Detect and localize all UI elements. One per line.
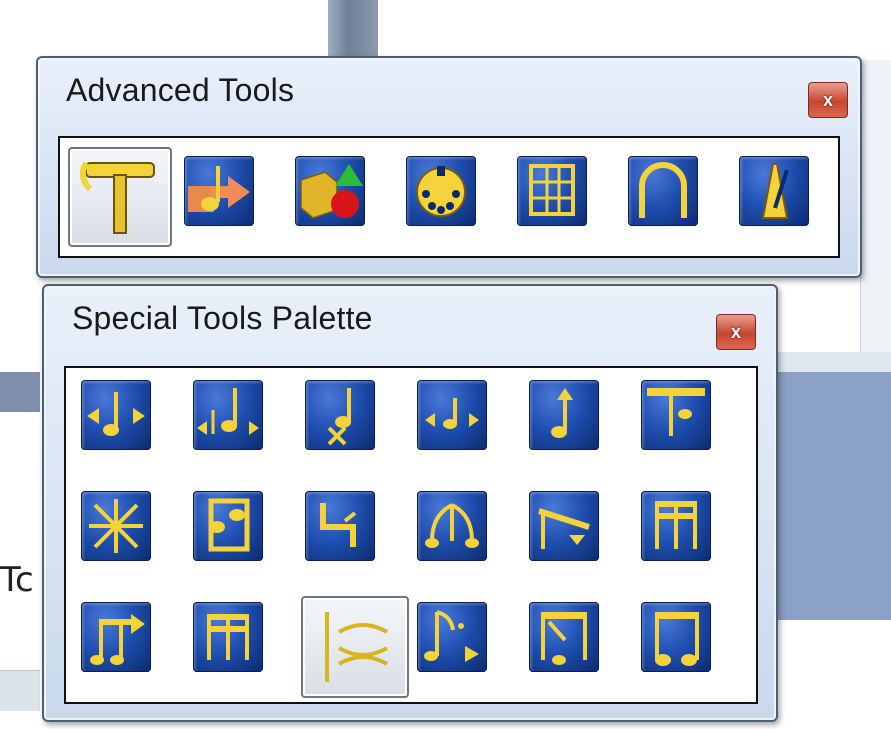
dot-mover-icon (327, 388, 351, 446)
midi-plug-icon (416, 166, 466, 217)
special-tools-title: Special Tools Palette (72, 300, 373, 336)
tool-accidental-mover[interactable] (193, 380, 263, 450)
accidental-mover-icon (197, 388, 259, 435)
tool-secondary-beam-break[interactable] (193, 602, 263, 672)
tool-hammer[interactable] (68, 147, 172, 247)
tool-broken-beam[interactable] (193, 491, 263, 561)
tool-custom-stem[interactable] (81, 491, 151, 561)
tool-dots[interactable] (417, 602, 487, 672)
tool-metronome[interactable] (739, 156, 809, 226)
secondary-beam-break-icon (207, 614, 249, 660)
tool-beam-angle[interactable] (417, 491, 487, 561)
beam-extension-icon (538, 508, 590, 549)
tool-shapes[interactable] (295, 156, 365, 226)
metronome-icon (761, 163, 789, 219)
tool-stem-length[interactable] (529, 380, 599, 450)
background-panel-edge (860, 60, 891, 360)
grid-icon (529, 164, 575, 216)
tool-beam-extension[interactable] (529, 491, 599, 561)
tool-secondary-beam[interactable] (641, 491, 711, 561)
advanced-tools-close-button[interactable]: x (808, 82, 848, 118)
tool-flag[interactable] (305, 491, 375, 561)
close-icon: x (730, 322, 741, 342)
tool-dot-mover[interactable] (305, 380, 375, 450)
background-status-fragment (0, 670, 40, 711)
close-icon: x (822, 90, 833, 110)
secondary-beam-icon (655, 501, 697, 549)
tool-stem-direction[interactable] (641, 380, 711, 450)
dots-icon (424, 610, 479, 662)
background-toolbar-fragment (0, 372, 40, 412)
hammer-icon (79, 161, 155, 234)
stem-length-icon (551, 388, 573, 438)
stem-direction-icon (647, 388, 705, 436)
advanced-tools-grid (58, 136, 840, 258)
background-ruler (768, 352, 891, 374)
shapes-icon (300, 164, 363, 219)
tool-ties[interactable] (301, 596, 409, 698)
tool-grid[interactable] (517, 156, 587, 226)
special-tools-close-button[interactable]: x (716, 314, 756, 350)
ties-icon (325, 612, 389, 682)
flag-icon (320, 503, 357, 547)
tool-beam-stem[interactable] (641, 602, 711, 672)
beam-angle-icon (425, 503, 479, 548)
note-arrow-icon (188, 166, 250, 212)
notehead-position-icon (425, 398, 479, 429)
special-tools-palette: Special Tools Palette x (42, 284, 778, 722)
special-tools-grid (64, 366, 758, 704)
broken-beam-icon (208, 498, 250, 552)
background-document-area (768, 372, 891, 620)
beam-angle-2-icon (541, 612, 587, 665)
note-position-icon (87, 392, 145, 436)
tool-notehead-position[interactable] (417, 380, 487, 450)
tool-arch[interactable] (628, 156, 698, 226)
tool-note-arrow[interactable] (184, 156, 254, 226)
advanced-tools-title: Advanced Tools (66, 72, 295, 108)
advanced-tools-palette: Advanced Tools x (36, 56, 862, 278)
tool-beam-angle-2[interactable] (529, 602, 599, 672)
beam-stem-icon (655, 612, 699, 666)
tool-beam-width[interactable] (81, 602, 151, 672)
beam-width-icon (90, 614, 145, 665)
custom-stem-icon (89, 499, 143, 553)
background-text-fragment: Tc (0, 560, 34, 600)
arch-icon (639, 162, 687, 218)
tool-midi[interactable] (406, 156, 476, 226)
tool-note-position[interactable] (81, 380, 151, 450)
